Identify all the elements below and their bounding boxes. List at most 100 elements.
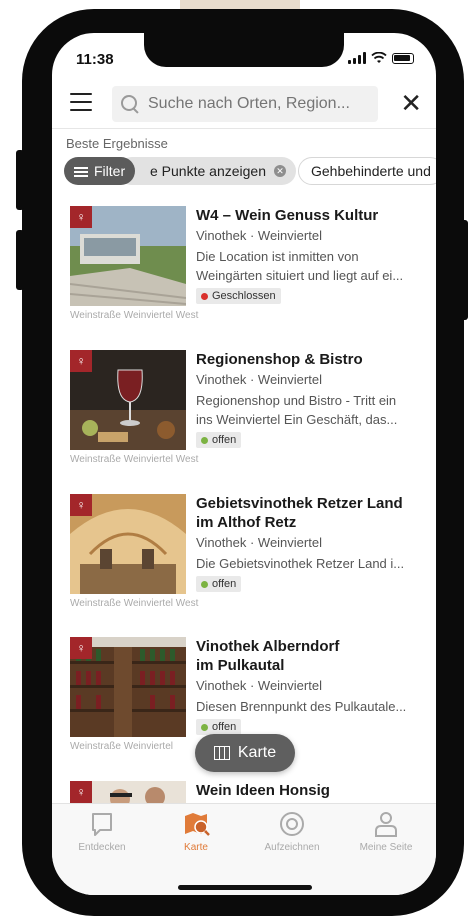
vinothek-badge-icon: ♀: [70, 781, 92, 803]
sliders-icon: [74, 166, 88, 177]
map-view-button[interactable]: Karte: [195, 734, 295, 772]
card-description: Die Gebietsvinothek Retzer Land i...: [196, 554, 422, 573]
side-button-left: [16, 150, 24, 210]
header-divider: [52, 128, 436, 129]
search-input[interactable]: [148, 95, 368, 113]
signal-icon: [348, 52, 366, 64]
card-thumbnail: ♀: [70, 350, 186, 450]
result-card[interactable]: ♀ Wein Ideen Honsig: [52, 781, 436, 803]
card-description: Regionenshop und Bistro - Tritt ein ins …: [196, 391, 422, 429]
chip-accessibility[interactable]: Gehbehinderte und: [298, 157, 436, 185]
card-title-line: Vinothek Alberndorf: [196, 638, 340, 655]
menu-icon[interactable]: [70, 93, 92, 111]
card-title: W4 – Wein Genuss Kultur: [196, 206, 424, 225]
card-desc-line: ins Weinviertel Ein Geschäft, das...: [196, 412, 398, 427]
card-desc-line: Die Gebietsvinothek Retzer Land i...: [196, 556, 405, 571]
card-route: Weinstraße Weinviertel West: [70, 454, 199, 465]
search-box[interactable]: [112, 86, 378, 122]
status-icons: [348, 52, 414, 64]
close-icon[interactable]: ✕: [400, 90, 422, 116]
card-desc-line: Die Location ist inmitten von: [196, 249, 359, 264]
result-card[interactable]: ♀ Gebietsvinothek Retzer Land im Althof …: [52, 494, 436, 624]
card-meta: Vinothek · Weinviertel: [196, 228, 322, 243]
status-dot-icon: [201, 436, 208, 444]
status-time: 11:38: [76, 51, 114, 68]
status-dot-icon: [201, 292, 208, 300]
map-pin-icon: [181, 810, 211, 838]
result-card[interactable]: ♀ Regionenshop & Bistro Vinothek · Weinv…: [52, 350, 436, 480]
card-thumbnail: ♀: [70, 781, 186, 803]
chip-remove-icon[interactable]: ✕: [273, 165, 286, 177]
status-text: offen: [212, 721, 237, 733]
tab-entdecken[interactable]: Entdecken: [64, 810, 140, 853]
card-desc-line: Regionenshop und Bistro - Tritt ein: [196, 393, 397, 408]
status-dot-icon: [201, 580, 208, 588]
status-badge: Geschlossen: [196, 288, 281, 304]
vinothek-badge-icon: ♀: [70, 350, 92, 372]
vinothek-badge-icon: ♀: [70, 494, 92, 516]
card-meta: Vinothek · Weinviertel: [196, 372, 322, 387]
battery-icon: [392, 52, 414, 64]
card-title: Wein Ideen Honsig: [196, 781, 424, 800]
card-title-line: Regionenshop & Bistro: [196, 351, 363, 368]
tab-meine-seite[interactable]: Meine Seite: [348, 810, 424, 853]
map-button-label: Karte: [237, 744, 277, 761]
side-button-left: [16, 230, 24, 290]
notch: [144, 33, 344, 67]
result-card[interactable]: ♀ W4 – Wein Genuss Kultur Vinothek · Wei…: [52, 206, 436, 336]
filter-button[interactable]: Filter: [64, 157, 136, 185]
tab-aufzeichnen[interactable]: Aufzeichnen: [254, 810, 330, 853]
chip-label: e Punkte anzeigen: [150, 163, 266, 179]
status-text: offen: [212, 434, 237, 446]
search-header: ✕: [52, 81, 436, 127]
card-title: Vinothek Alberndorf im Pulkautal: [196, 637, 424, 675]
tab-label: Aufzeichnen: [264, 842, 320, 853]
card-thumbnail: ♀: [70, 206, 186, 306]
vinothek-badge-icon: ♀: [70, 206, 92, 228]
card-meta: Vinothek · Weinviertel: [196, 535, 322, 550]
card-description: Diesen Brennpunkt des Pulkautale...: [196, 697, 422, 716]
card-desc-line: Weingärten situiert und liegt auf ei...: [196, 268, 404, 283]
card-title-line: im Pulkautal: [196, 657, 285, 674]
status-text: offen: [212, 578, 237, 590]
status-badge: offen: [196, 576, 242, 592]
tab-label: Karte: [184, 842, 208, 853]
status-badge: offen: [196, 719, 242, 735]
vinothek-badge-icon: ♀: [70, 637, 92, 659]
card-description: Die Location ist inmitten von Weingärten…: [196, 247, 422, 285]
record-icon: [277, 810, 307, 838]
app-screen: 11:38 ✕ Beste Ergebnisse e Punkte anzeig…: [52, 33, 436, 895]
card-title: Regionenshop & Bistro: [196, 350, 424, 369]
home-indicator: [178, 885, 312, 890]
wifi-icon: [371, 52, 387, 63]
status-dot-icon: [201, 723, 208, 731]
card-route: Weinstraße Weinviertel West: [70, 598, 199, 609]
status-badge: offen: [196, 432, 242, 448]
card-title: Gebietsvinothek Retzer Land im Althof Re…: [196, 494, 424, 532]
person-icon: [371, 810, 401, 838]
card-thumbnail: ♀: [70, 494, 186, 594]
card-meta: Vinothek · Weinviertel: [196, 678, 322, 693]
card-desc-line: Diesen Brennpunkt des Pulkautale...: [196, 699, 407, 714]
tab-label: Meine Seite: [359, 842, 413, 853]
side-button-right: [460, 220, 468, 320]
speech-bubble-icon: [87, 810, 117, 838]
card-route: Weinstraße Weinviertel West: [70, 310, 199, 321]
map-icon: [213, 746, 230, 760]
status-text: Geschlossen: [212, 290, 276, 302]
tab-bar: Entdecken Karte Aufzeichnen Meine Seite: [52, 803, 436, 895]
tab-label: Entdecken: [78, 842, 126, 853]
chip-show-points[interactable]: e Punkte anzeigen ✕: [118, 157, 296, 185]
card-thumbnail: ♀: [70, 637, 186, 737]
card-title-line: W4 – Wein Genuss Kultur: [196, 207, 379, 224]
card-title-line: Wein Ideen Honsig: [196, 782, 330, 799]
card-route: Weinstraße Weinviertel: [70, 741, 173, 752]
card-title-line: Gebietsvinothek Retzer Land: [196, 495, 403, 512]
section-label: Beste Ergebnisse: [66, 136, 168, 151]
tab-karte[interactable]: Karte: [158, 810, 234, 853]
filter-chips: e Punkte anzeigen ✕ Gehbehinderte und Fi…: [52, 157, 436, 187]
search-icon: [120, 94, 140, 114]
filter-label: Filter: [94, 163, 126, 179]
card-title-line: im Althof Retz: [196, 514, 297, 531]
chip-label: Gehbehinderte und: [311, 163, 431, 179]
